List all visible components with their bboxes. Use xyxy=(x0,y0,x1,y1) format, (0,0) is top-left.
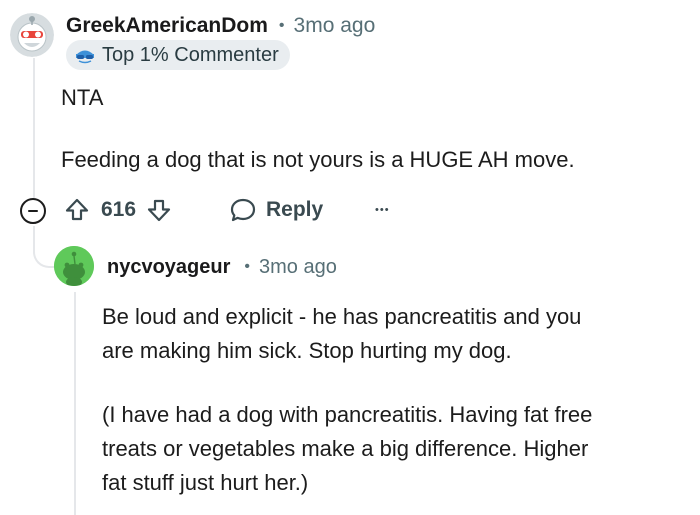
sunglasses-icon xyxy=(74,46,96,64)
vote-count: 616 xyxy=(101,198,137,221)
thread-line-main xyxy=(33,58,35,198)
minus-icon xyxy=(28,209,38,213)
reply-paragraph-2: (I have had a dog with pancreatitis. Hav… xyxy=(102,398,592,500)
reply-line: fat stuff just hurt her.) xyxy=(102,470,309,495)
downvote-button[interactable] xyxy=(146,197,172,223)
comment-paragraph-1: NTA xyxy=(61,85,104,110)
reply-line: (I have had a dog with pancreatitis. Hav… xyxy=(102,402,593,427)
more-icon: ••• xyxy=(375,204,390,216)
reply-button[interactable]: Reply xyxy=(229,195,323,225)
reply-paragraph-1: Be loud and explicit - he has pancreatit… xyxy=(102,300,581,368)
thread-line-reply xyxy=(74,292,76,515)
thread-connector xyxy=(33,226,55,268)
comment-timestamp[interactable]: 3mo ago xyxy=(294,14,376,38)
reply-line: Be loud and explicit - he has pancreatit… xyxy=(102,304,582,329)
reply-line: are making him sick. Stop hurting my dog… xyxy=(102,338,512,363)
reply-avatar[interactable] xyxy=(54,246,94,286)
upvote-arrow-icon xyxy=(65,198,89,221)
speech-bubble-icon xyxy=(230,198,256,222)
badge-label: Top 1% Commenter xyxy=(102,43,279,66)
reply-line: treats or vegetables make a big differen… xyxy=(102,436,589,461)
comment-username[interactable]: GreekAmericanDom xyxy=(66,14,268,38)
meta-separator: • xyxy=(278,17,285,34)
reply-label: Reply xyxy=(266,198,324,221)
collapse-thread-button[interactable] xyxy=(20,198,46,224)
commenter-badge[interactable]: Top 1% Commenter xyxy=(66,40,290,70)
upvote-button[interactable] xyxy=(64,197,90,223)
meta-separator: • xyxy=(244,258,250,275)
avatar[interactable] xyxy=(10,13,54,57)
comment-paragraph-2: Feeding a dog that is not yours is a HUG… xyxy=(61,147,575,172)
more-options-button[interactable]: ••• xyxy=(375,199,390,221)
reply-timestamp[interactable]: 3mo ago xyxy=(259,256,337,279)
downvote-arrow-icon xyxy=(147,199,171,222)
reply-username[interactable]: nycvoyageur xyxy=(107,256,230,279)
